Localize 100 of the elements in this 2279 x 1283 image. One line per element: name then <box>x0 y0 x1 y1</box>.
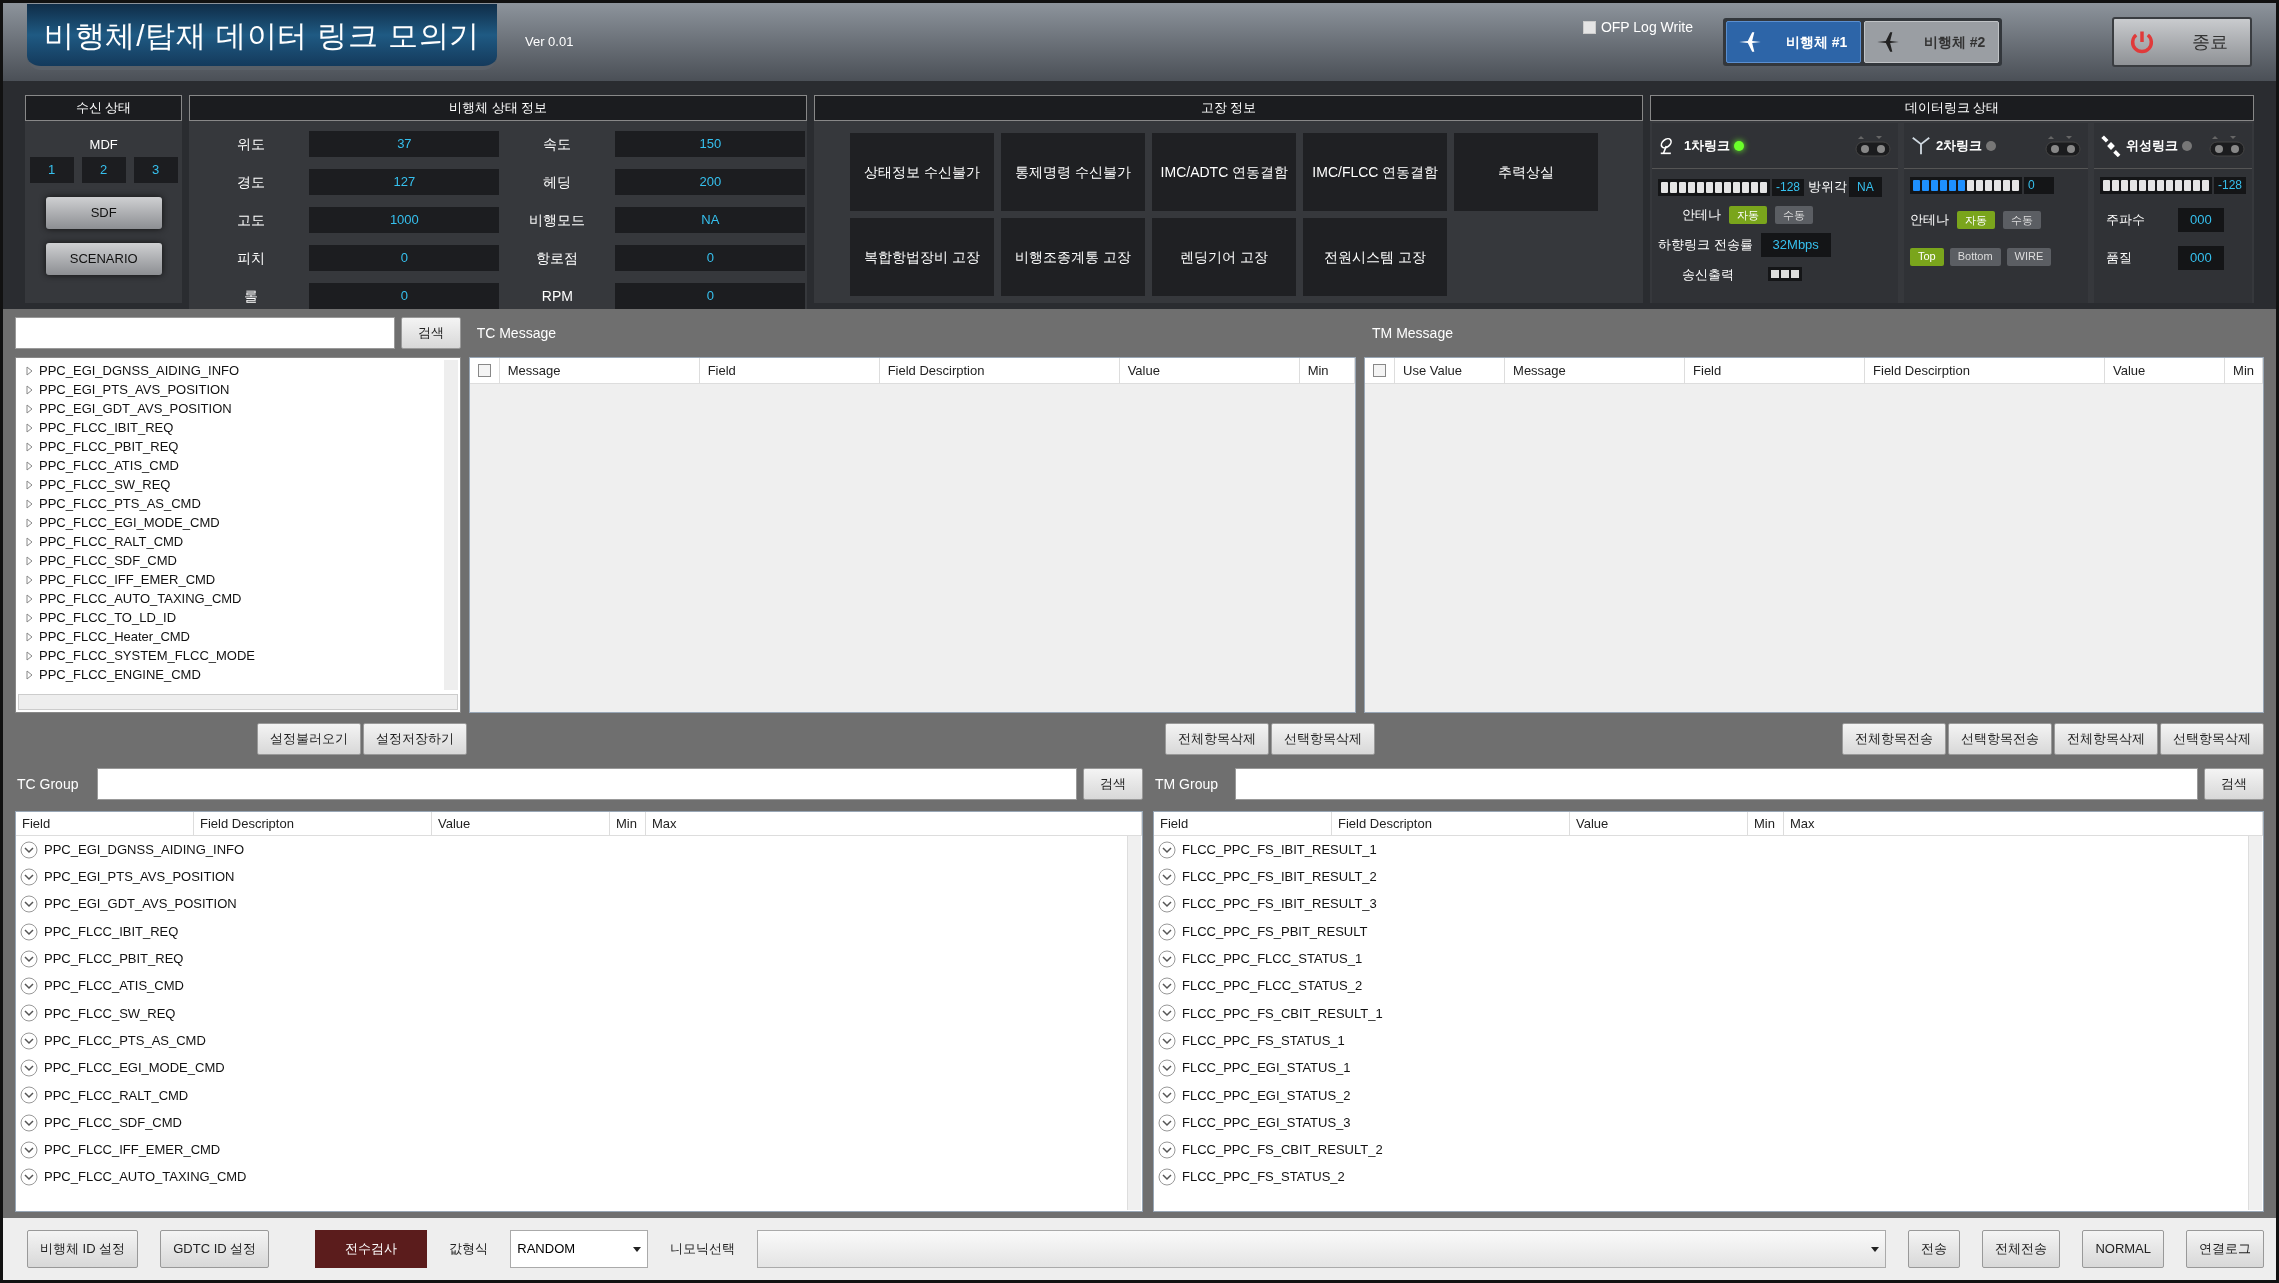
action-button[interactable]: 전체전송 <box>1982 1230 2061 1268</box>
group-row[interactable]: PPC_FLCC_RALT_CMD <box>44 1085 189 1106</box>
group-row[interactable]: FLCC_PPC_FLCC_STATUS_1 <box>1182 949 1363 969</box>
tree-item[interactable]: PPC_FLCC_SDF_CMD <box>39 550 177 571</box>
search-field[interactable] <box>1235 768 2198 800</box>
search-field[interactable] <box>15 317 395 349</box>
action-button[interactable]: 선택항목삭제 <box>2160 723 2264 755</box>
action-button[interactable]: 연결로그 <box>2186 1230 2264 1268</box>
mode-toggle[interactable]: 수동 <box>2002 210 2041 229</box>
action-button[interactable]: 비행체 ID 설정 <box>27 1230 139 1268</box>
tree-item[interactable]: PPC_EGI_GDT_AVS_POSITION <box>39 398 232 419</box>
tree-item[interactable]: PPC_FLCC_AUTO_TAXING_CMD <box>39 588 242 609</box>
vertical-scrollbar[interactable] <box>2248 836 2262 1210</box>
group-row[interactable]: FLCC_PPC_FS_IBIT_RESULT_2 <box>1182 867 1377 887</box>
tree-item[interactable]: PPC_FLCC_SW_REQ <box>39 474 171 495</box>
column-header: Field Descirption <box>879 358 1120 383</box>
tree-item[interactable]: PPC_FLCC_PTS_AS_CMD <box>39 493 201 514</box>
group-row[interactable]: PPC_FLCC_PTS_AS_CMD <box>44 1030 206 1051</box>
group-row[interactable]: PPC_FLCC_SDF_CMD <box>44 1112 182 1133</box>
group-row[interactable]: FLCC_PPC_EGI_STATUS_1 <box>1182 1058 1351 1078</box>
group-row[interactable]: FLCC_PPC_FLCC_STATUS_2 <box>1182 976 1363 996</box>
field-label: 경도 <box>236 172 267 192</box>
group-row[interactable]: PPC_FLCC_EGI_MODE_CMD <box>44 1058 225 1078</box>
expand-chevron-icon <box>20 1140 38 1159</box>
value-display: 000 <box>2177 246 2224 270</box>
group-row[interactable]: FLCC_PPC_FS_IBIT_RESULT_3 <box>1182 894 1377 914</box>
tree-item[interactable]: PPC_EGI_DGNSS_AIDING_INFO <box>39 360 240 381</box>
fault-indicator[interactable]: IMC/FLCC 연동결함 <box>1303 133 1448 211</box>
tree-item[interactable]: PPC_FLCC_PBIT_REQ <box>39 436 179 457</box>
expand-arrow-icon <box>26 498 33 509</box>
action-button[interactable]: 선택항목전송 <box>1948 723 2052 755</box>
select-all-checkbox[interactable] <box>1373 364 1387 377</box>
fault-indicator[interactable]: 렌딩기어 고장 <box>1152 218 1297 296</box>
fault-indicator[interactable]: IMC/ADTC 연동결함 <box>1152 133 1297 211</box>
group-row[interactable]: PPC_EGI_PTS_AVS_POSITION <box>44 867 235 887</box>
horizontal-scrollbar[interactable] <box>18 694 458 710</box>
fault-indicator[interactable]: 통제명령 수신불가 <box>1001 133 1146 211</box>
action-button[interactable]: 선택항목삭제 <box>1271 723 1375 755</box>
mode-toggle[interactable]: 수동 <box>1774 205 1813 224</box>
group-row[interactable]: FLCC_PPC_FS_PBIT_RESULT <box>1182 921 1368 942</box>
group-row[interactable]: FLCC_PPC_FS_STATUS_2 <box>1182 1167 1345 1187</box>
inspect-button[interactable]: 전수검사 <box>315 1230 428 1268</box>
group-row[interactable]: FLCC_PPC_EGI_STATUS_2 <box>1182 1085 1351 1106</box>
action-button[interactable]: 검색 <box>2204 768 2264 800</box>
vehicle-tab[interactable]: 비행체 #2 <box>1864 21 1999 63</box>
mode-toggle[interactable]: Bottom <box>1949 247 2001 266</box>
group-row[interactable]: PPC_FLCC_IBIT_REQ <box>44 921 179 942</box>
tree-item[interactable]: PPC_FLCC_RALT_CMD <box>39 531 184 552</box>
column-header: Max <box>646 812 1142 835</box>
tree-item[interactable]: PPC_FLCC_IFF_EMER_CMD <box>39 569 216 590</box>
group-row[interactable]: PPC_FLCC_ATIS_CMD <box>44 976 184 996</box>
tree-item[interactable]: PPC_FLCC_TO_LD_ID <box>39 607 177 628</box>
mode-button[interactable]: SCENARIO <box>45 242 162 275</box>
group-row[interactable]: FLCC_PPC_EGI_STATUS_3 <box>1182 1112 1351 1133</box>
ofp-log-checkbox[interactable]: OFP Log Write <box>1582 16 1693 38</box>
tree-item[interactable]: PPC_FLCC_IBIT_REQ <box>39 417 174 438</box>
group-row[interactable]: FLCC_PPC_FS_STATUS_1 <box>1182 1030 1345 1051</box>
checkbox[interactable] <box>1582 20 1596 34</box>
group-row[interactable]: PPC_FLCC_IFF_EMER_CMD <box>44 1140 221 1160</box>
group-row[interactable]: PPC_FLCC_SW_REQ <box>44 1003 176 1024</box>
action-button[interactable]: 전체항목삭제 <box>1165 723 1269 755</box>
action-button[interactable]: NORMAL <box>2082 1230 2164 1268</box>
action-button[interactable]: 전송 <box>1908 1230 1961 1268</box>
value-type-dropdown[interactable]: RANDOM <box>510 1230 649 1268</box>
fault-indicator[interactable]: 상태정보 수신불가 <box>850 133 995 211</box>
tree-item[interactable]: PPC_FLCC_Heater_CMD <box>39 626 190 647</box>
value-display: 32Mbps <box>1760 232 1831 257</box>
fault-indicator[interactable]: 추력상실 <box>1454 133 1599 211</box>
action-button[interactable]: 전체항목전송 <box>1842 723 1946 755</box>
action-button[interactable]: 검색 <box>400 317 461 349</box>
group-row[interactable]: PPC_EGI_GDT_AVS_POSITION <box>44 894 237 914</box>
vehicle-tab[interactable]: 비행체 #1 <box>1726 21 1861 63</box>
action-button[interactable]: 설정불러오기 <box>257 723 361 755</box>
action-button[interactable]: 검색 <box>1083 768 1143 800</box>
vertical-scrollbar[interactable] <box>1127 836 1141 1210</box>
action-button[interactable]: 설정저장하기 <box>363 723 467 755</box>
mnemonic-dropdown[interactable] <box>757 1230 1887 1268</box>
select-all-checkbox[interactable] <box>477 364 491 377</box>
fault-indicator[interactable]: 복합항법장비 고장 <box>850 218 995 296</box>
fault-indicator[interactable]: 전원시스템 고장 <box>1303 218 1448 296</box>
tree-item[interactable]: PPC_FLCC_ENGINE_CMD <box>39 664 201 685</box>
mode-button[interactable]: SDF <box>45 196 162 229</box>
expand-arrow-icon <box>26 441 33 452</box>
tree-item[interactable]: PPC_FLCC_ATIS_CMD <box>39 455 179 476</box>
group-row[interactable]: FLCC_PPC_FS_CBIT_RESULT_2 <box>1182 1140 1383 1160</box>
group-row[interactable]: PPC_EGI_DGNSS_AIDING_INFO <box>44 839 245 860</box>
tree-item[interactable]: PPC_FLCC_EGI_MODE_CMD <box>39 512 220 533</box>
mode-toggle[interactable]: WIRE <box>2006 247 2052 266</box>
action-button[interactable]: GDTC ID 설정 <box>160 1230 270 1268</box>
exit-button[interactable]: 종료 <box>2112 17 2252 67</box>
value-display: 37 <box>309 131 500 157</box>
group-row[interactable]: FLCC_PPC_FS_IBIT_RESULT_1 <box>1182 839 1377 860</box>
fault-indicator[interactable]: 비행조종계통 고장 <box>1001 218 1146 296</box>
group-row[interactable]: PPC_FLCC_PBIT_REQ <box>44 949 184 969</box>
action-button[interactable]: 전체항목삭제 <box>2054 723 2158 755</box>
tree-item[interactable]: PPC_EGI_PTS_AVS_POSITION <box>39 379 230 400</box>
group-row[interactable]: PPC_FLCC_AUTO_TAXING_CMD <box>44 1167 247 1187</box>
group-row[interactable]: FLCC_PPC_FS_CBIT_RESULT_1 <box>1182 1003 1383 1024</box>
search-field[interactable] <box>97 768 1077 800</box>
tree-item[interactable]: PPC_FLCC_SYSTEM_FLCC_MODE <box>39 645 255 666</box>
